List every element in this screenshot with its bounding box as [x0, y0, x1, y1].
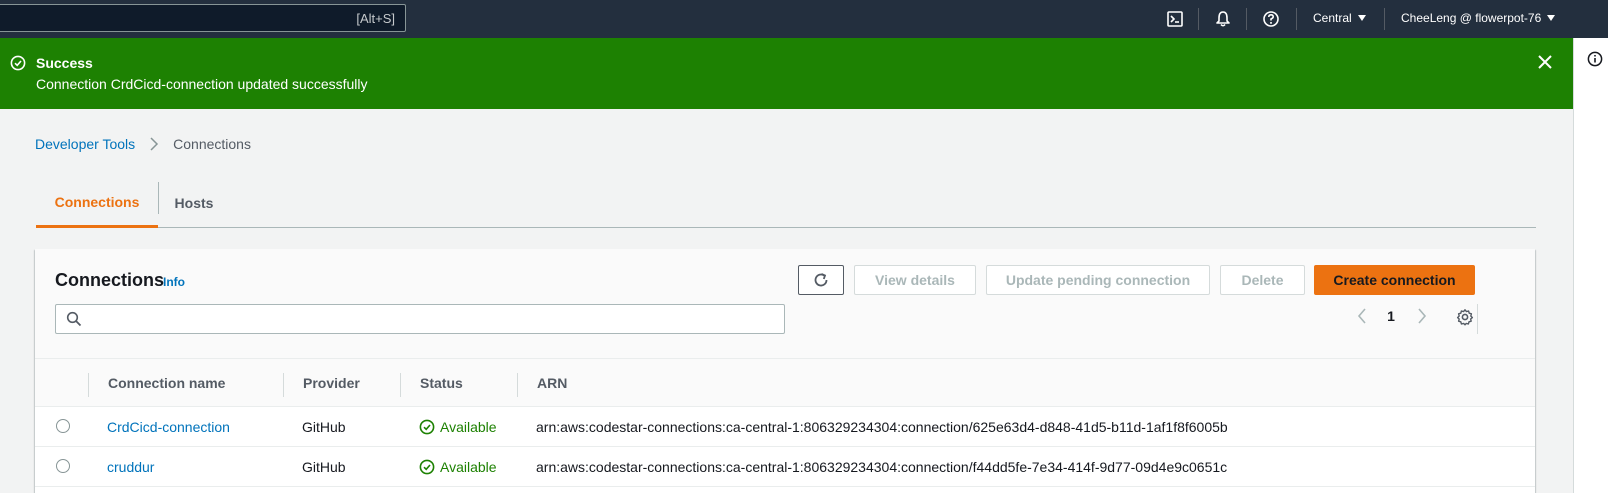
create-connection-label: Create connection — [1333, 272, 1456, 288]
filter-input[interactable] — [55, 304, 785, 334]
table-header-area: Connections Info View details Update pen… — [35, 249, 1535, 359]
connection-name-link[interactable]: cruddur — [107, 459, 154, 475]
caret-down-icon — [1357, 15, 1366, 21]
refresh-icon — [814, 273, 828, 287]
close-icon[interactable] — [1538, 55, 1552, 74]
provider-cell: GitHub — [302, 459, 346, 475]
breadcrumb-developer-tools[interactable]: Developer Tools — [35, 136, 135, 152]
arn-cell: arn:aws:codestar-connections:ca-central-… — [536, 459, 1228, 475]
column-header-status[interactable]: Status — [420, 375, 463, 391]
view-details-button[interactable]: View details — [854, 265, 976, 295]
account-label: CheeLeng @ flowerpot-76 — [1401, 11, 1542, 25]
caret-down-icon — [1547, 15, 1556, 21]
delete-label: Delete — [1241, 272, 1284, 288]
pagination-prev[interactable] — [1355, 308, 1369, 324]
update-pending-connection-button[interactable]: Update pending connection — [986, 265, 1210, 295]
column-divider — [88, 373, 89, 397]
flash-title: Success — [36, 55, 93, 71]
status-label: Available — [440, 419, 497, 435]
row-select-radio[interactable] — [56, 459, 70, 473]
global-search-input[interactable]: [Alt+S] — [0, 4, 406, 32]
info-panel-icon[interactable] — [1587, 51, 1603, 72]
pagination-next[interactable] — [1415, 308, 1429, 324]
column-divider — [400, 373, 401, 397]
search-shortcut-hint: [Alt+S] — [356, 11, 395, 26]
pagination-divider — [1477, 304, 1478, 334]
cloudshell-icon[interactable] — [1165, 9, 1185, 29]
status-available-icon — [419, 419, 435, 435]
search-icon — [66, 311, 82, 332]
tab-hosts[interactable]: Hosts — [159, 178, 229, 227]
region-selector[interactable]: Central — [1313, 11, 1366, 25]
tab-bar: Connections Hosts — [36, 178, 1536, 228]
pagination-page-1[interactable]: 1 — [1385, 308, 1397, 324]
success-flashbar: Success Connection CrdCicd-connection up… — [0, 38, 1573, 109]
table-column-headers: Connection name Provider Status ARN — [35, 359, 1535, 407]
tab-connections-label: Connections — [54, 193, 140, 210]
help-icon[interactable] — [1261, 9, 1281, 29]
create-connection-button[interactable]: Create connection — [1314, 265, 1475, 295]
help-panel-rail — [1573, 38, 1608, 493]
refresh-button[interactable] — [798, 265, 844, 295]
column-header-connection-name[interactable]: Connection name — [108, 375, 225, 391]
connections-table-container: Connections Info View details Update pen… — [35, 249, 1535, 493]
chevron-left-icon — [1357, 308, 1366, 324]
account-menu[interactable]: CheeLeng @ flowerpot-76 — [1401, 11, 1556, 25]
status-available-icon — [419, 459, 435, 475]
nav-divider — [1384, 8, 1385, 30]
table-title: Connections — [55, 270, 165, 290]
connection-name-link[interactable]: CrdCicd-connection — [107, 419, 230, 435]
top-navigation: [Alt+S] Central CheeLeng @ flowerpot-76 — [0, 0, 1608, 38]
provider-cell: GitHub — [302, 419, 346, 435]
delete-button[interactable]: Delete — [1220, 265, 1305, 295]
breadcrumb-connections: Connections — [173, 136, 251, 152]
preferences-gear-icon[interactable] — [1456, 308, 1474, 326]
flash-message: Connection CrdCicd-connection updated su… — [36, 76, 368, 92]
tab-hosts-label: Hosts — [174, 194, 214, 211]
arn-cell: arn:aws:codestar-connections:ca-central-… — [536, 419, 1228, 435]
table-row: CrdCicd-connection GitHub Available arn:… — [35, 407, 1535, 447]
nav-divider — [1246, 8, 1247, 30]
info-link[interactable]: Info — [163, 275, 185, 289]
table-row: cruddur GitHub Available arn:aws:codesta… — [35, 447, 1535, 487]
status-cell: Available — [419, 459, 497, 475]
update-pending-label: Update pending connection — [1005, 272, 1191, 288]
status-label: Available — [440, 459, 497, 475]
column-divider — [517, 373, 518, 397]
column-header-arn[interactable]: ARN — [537, 375, 567, 391]
status-cell: Available — [419, 419, 497, 435]
chevron-right-icon — [149, 137, 159, 151]
nav-divider — [1296, 8, 1297, 30]
row-select-radio[interactable] — [56, 419, 70, 433]
nav-divider — [1198, 8, 1199, 30]
chevron-right-icon — [1418, 308, 1427, 324]
view-details-label: View details — [875, 272, 955, 288]
column-header-provider[interactable]: Provider — [303, 375, 360, 391]
tab-connections[interactable]: Connections — [36, 178, 158, 228]
status-success-icon — [10, 55, 26, 76]
region-label: Central — [1313, 11, 1352, 25]
column-divider — [283, 373, 284, 397]
breadcrumb: Developer Tools Connections — [35, 136, 251, 152]
notifications-bell-icon[interactable] — [1213, 9, 1233, 29]
